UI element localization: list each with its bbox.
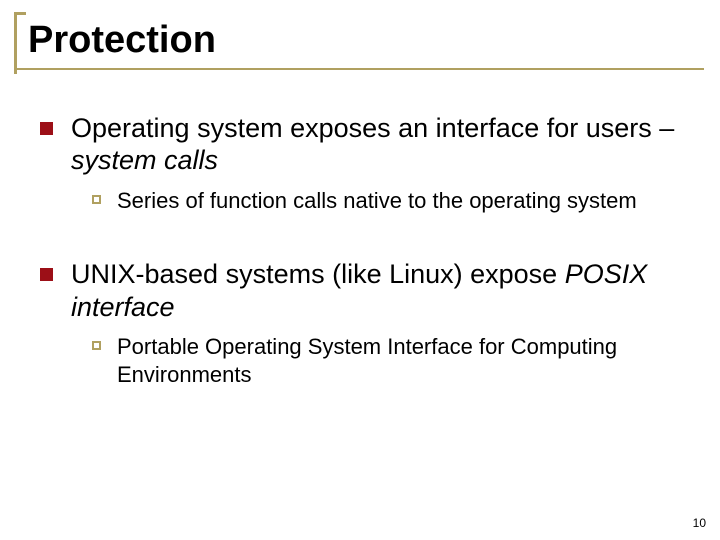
hollow-square-bullet-icon xyxy=(92,341,101,350)
page-number: 10 xyxy=(693,516,706,530)
hollow-square-bullet-icon xyxy=(92,195,101,204)
bullet-text-plain: Operating system exposes an interface fo… xyxy=(71,113,674,143)
title-block: Protection xyxy=(14,12,704,70)
bullet-level2: Portable Operating System Interface for … xyxy=(92,333,680,388)
bullet-text-emphasis: system calls xyxy=(71,145,218,175)
square-bullet-icon xyxy=(40,122,53,135)
spacer xyxy=(40,238,680,258)
bullet-level2: Series of function calls native to the o… xyxy=(92,187,680,215)
bullet-text: UNIX-based systems (like Linux) expose P… xyxy=(71,258,680,323)
bullet-level1: UNIX-based systems (like Linux) expose P… xyxy=(40,258,680,323)
bullet-text-plain: UNIX-based systems (like Linux) expose xyxy=(71,259,565,289)
title-underline xyxy=(14,68,704,70)
sub-bullet-text: Series of function calls native to the o… xyxy=(117,187,637,215)
sub-bullet-text: Portable Operating System Interface for … xyxy=(117,333,680,388)
square-bullet-icon xyxy=(40,268,53,281)
slide-title: Protection xyxy=(14,15,704,68)
bullet-level1: Operating system exposes an interface fo… xyxy=(40,112,680,177)
slide-body: Operating system exposes an interface fo… xyxy=(40,112,680,412)
title-accent-left xyxy=(14,12,17,74)
slide: Protection Operating system exposes an i… xyxy=(0,0,720,540)
bullet-text: Operating system exposes an interface fo… xyxy=(71,112,680,177)
